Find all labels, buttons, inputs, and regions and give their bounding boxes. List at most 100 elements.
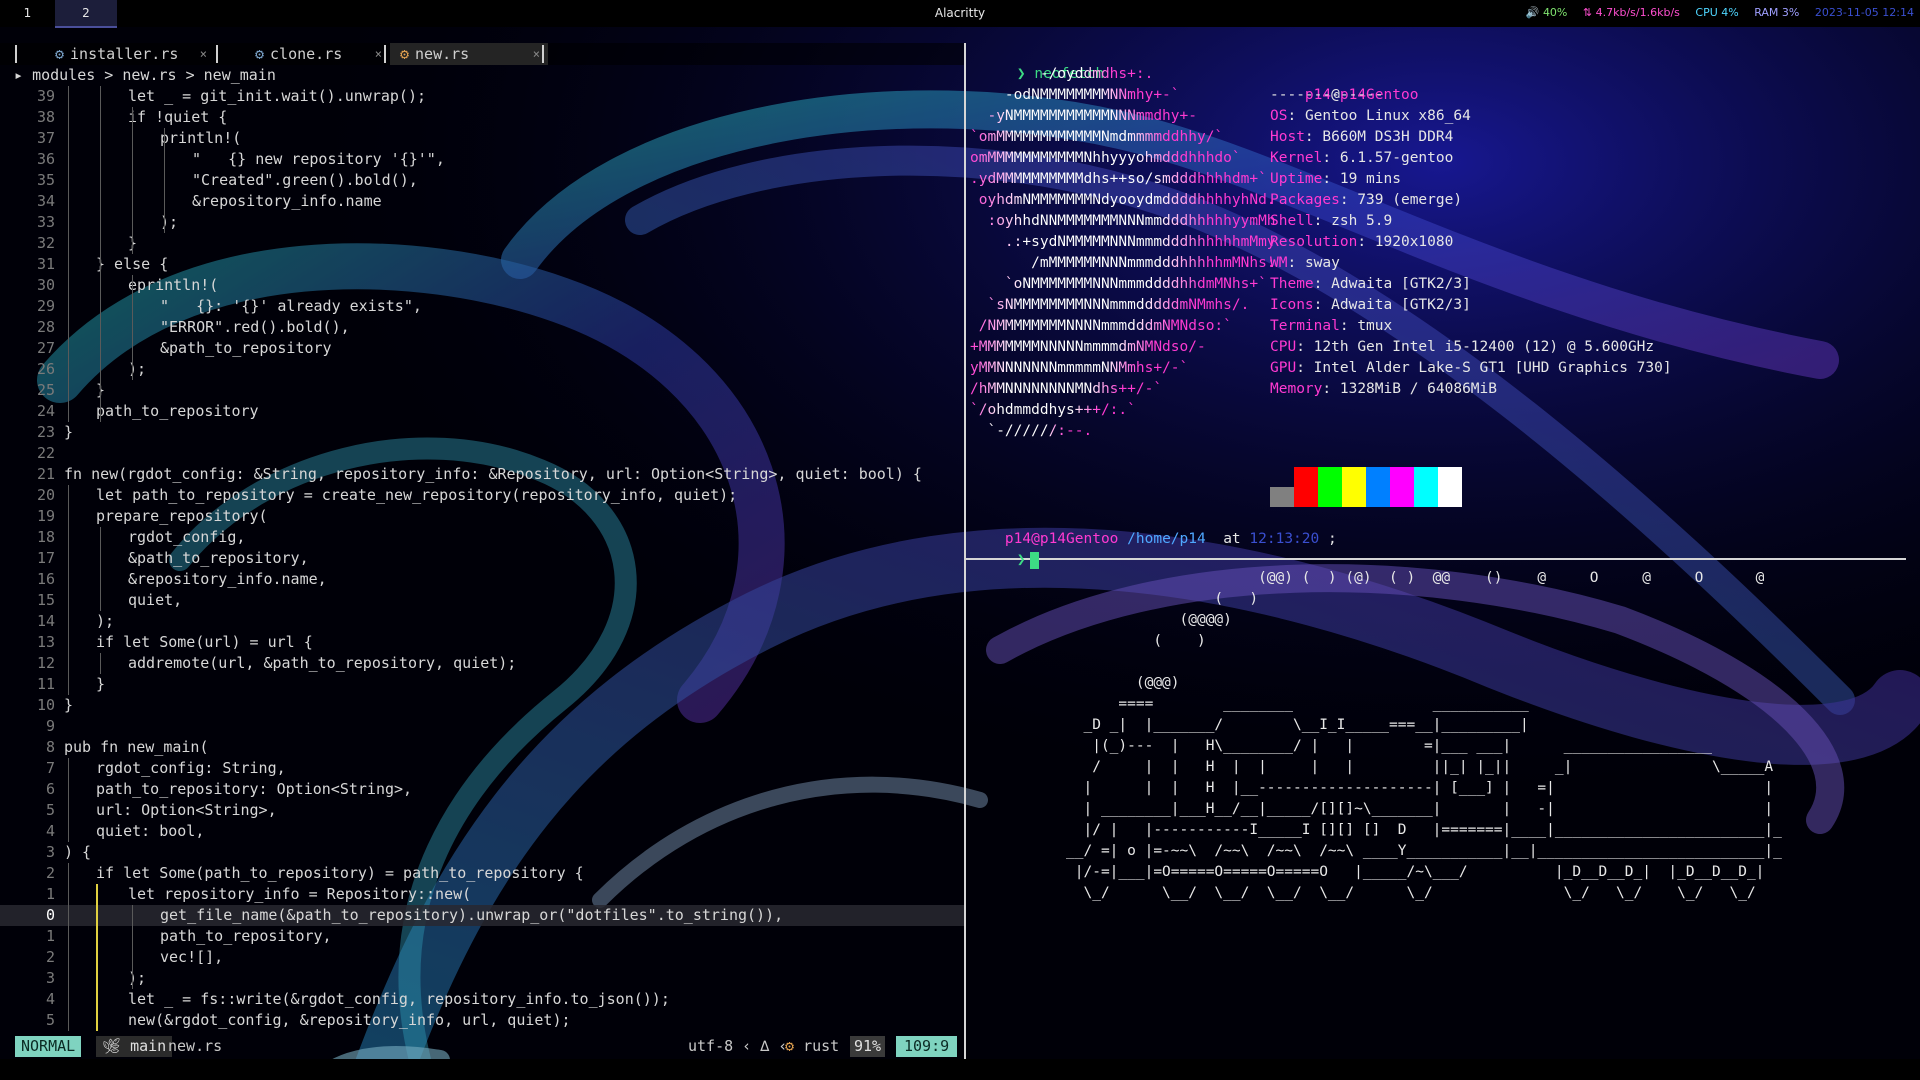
line-number: 3: [45, 969, 55, 987]
code-line[interactable]: 5 new(&rgdot_config, &repository_info, ur…: [0, 1010, 964, 1031]
code-text: );: [96, 612, 115, 630]
tab-new-rs[interactable]: ⚙ new.rs ×: [390, 43, 548, 65]
line-number: 33: [36, 213, 55, 231]
code-line[interactable]: 10}: [0, 695, 964, 716]
code-line[interactable]: 27 &path_to_repository: [0, 338, 964, 359]
line-number: 3: [45, 843, 55, 861]
indent-guide: [132, 905, 133, 989]
info-line: Theme: Adwaita [GTK2/3]: [1270, 276, 1471, 292]
code-line[interactable]: 28 "ERROR".red().bold(),: [0, 317, 964, 338]
line-number: 25: [36, 381, 55, 399]
bottom-strip: [0, 1059, 1920, 1080]
logo-line: yMMNNNNNNNmmmmmNNMmhs+/-`: [970, 358, 1188, 379]
code-text: &repository_info.name,: [128, 570, 327, 588]
horizontal-split-border[interactable]: [966, 558, 1906, 560]
rust-file-icon: ⚙: [55, 45, 65, 63]
code-line[interactable]: 38 if !quiet {: [0, 107, 964, 128]
code-line[interactable]: 16 &repository_info.name,: [0, 569, 964, 590]
code-line[interactable]: 18 rgdot_config,: [0, 527, 964, 548]
color-swatch: [1318, 467, 1342, 507]
code-text: vec![],: [160, 948, 224, 966]
code-line[interactable]: 4 let _ = fs::write(&rgdot_config, reposi…: [0, 989, 964, 1010]
tab-installer-rs[interactable]: ⚙ installer.rs ×: [45, 43, 215, 65]
rust-icon: ⚙: [785, 1037, 795, 1055]
code-line[interactable]: 8 pub fn new_main(: [0, 737, 964, 758]
code-line[interactable]: 3) {: [0, 842, 964, 863]
info-line: Resolution: 1920x1080: [1270, 234, 1454, 250]
breadcrumb: ▸ modules > new.rs > new_main: [14, 66, 276, 84]
code-line[interactable]: 31} else {: [0, 254, 964, 275]
close-icon[interactable]: ×: [375, 43, 382, 65]
line-number: 22: [36, 444, 55, 462]
code-text: get_file_name(&path_to_repository).unwra…: [160, 906, 784, 924]
close-icon[interactable]: ×: [533, 43, 540, 65]
info-value: B660M DS3H DDR4: [1322, 129, 1454, 145]
code-line[interactable]: 9: [0, 716, 964, 737]
close-icon[interactable]: ×: [200, 43, 207, 65]
code-line[interactable]: 36 " {} new repository '{}'",: [0, 149, 964, 170]
code-line[interactable]: 14);: [0, 611, 964, 632]
code-line[interactable]: 24 path_to_repository: [0, 401, 964, 422]
code-line[interactable]: 21 fn new(rgdot_config: &String, reposito…: [0, 464, 964, 485]
terminal-pane-train[interactable]: (@@) ( ) (@) ( ) @@ () @ O @ O @ ( ) (@@…: [970, 568, 1910, 1058]
code-line[interactable]: 25}: [0, 380, 964, 401]
indent-guide: [68, 485, 69, 695]
info-key: GPU: [1270, 360, 1297, 376]
code-line[interactable]: 2 vec![],: [0, 947, 964, 968]
prompt-chevron-icon: ❯: [1016, 552, 1026, 568]
network-status: ⇅ 4.7kb/s/1.6kb/s: [1582, 6, 1680, 19]
code-line[interactable]: 15 quiet,: [0, 590, 964, 611]
code-line[interactable]: 22: [0, 443, 964, 464]
info-value: 1328MiB / 64086MiB: [1339, 381, 1497, 397]
info-key: WM: [1270, 255, 1288, 271]
terminal-pane-neofetch[interactable]: ❯ neofetch -/oyddmdhs+:. -odNMMMMMMMMNNm…: [970, 43, 1910, 569]
info-line: Terminal: tmux: [1270, 318, 1393, 334]
info-key: Memory: [1270, 381, 1323, 397]
logo-line: /hMMNNNNNNNNMNdhs++/-`: [970, 379, 1162, 400]
rust-file-icon: ⚙: [400, 45, 410, 63]
input-line[interactable]: ❯: [982, 529, 1039, 569]
code-line[interactable]: 23}: [0, 422, 964, 443]
code-line[interactable]: 26);: [0, 359, 964, 380]
line-number: 10: [36, 696, 55, 714]
code-line[interactable]: 32}: [0, 233, 964, 254]
code-line[interactable]: 11}: [0, 674, 964, 695]
code-line[interactable]: 35 "Created".green().bold(),: [0, 170, 964, 191]
code-line[interactable]: 1 path_to_repository,: [0, 926, 964, 947]
code-text: if !quiet {: [128, 108, 228, 126]
git-branch: 🌿︎ main: [96, 1036, 173, 1057]
code-text: pub fn new_main(: [64, 738, 209, 756]
code-line[interactable]: 30 eprintln!(: [0, 275, 964, 296]
train-line: __/ =| o |=-~~\ /~~\ /~~\ /~~\ ____Y____…: [970, 843, 1782, 859]
code-line[interactable]: 37 println!(: [0, 128, 964, 149]
code-line[interactable]: 12 addremote(url, &path_to_repository, qu…: [0, 653, 964, 674]
line-number: 15: [36, 591, 55, 609]
code-line[interactable]: 7 rgdot_config: String,: [0, 758, 964, 779]
tab-clone-rs[interactable]: ⚙ clone.rs ×: [245, 43, 390, 65]
color-swatch: [1438, 467, 1462, 507]
editor-pane[interactable]: ⚙ installer.rs × ⚙ clone.rs × ⚙ new.rs × ▸ mod…: [0, 43, 964, 1080]
info-value: Intel Alder Lake-S GT1 [UHD Graphics 730…: [1313, 360, 1672, 376]
code-line[interactable]: 19 prepare_repository(: [0, 506, 964, 527]
code-text: println!(: [160, 129, 242, 147]
vertical-split-border[interactable]: [964, 43, 966, 1059]
code-line[interactable]: 20 let path_to_repository = create_new_re…: [0, 485, 964, 506]
line-number: 34: [36, 192, 55, 210]
code-line[interactable]: 2 if let Some(path_to_repository) = path_…: [0, 863, 964, 884]
line-number: 4: [45, 822, 55, 840]
code-line[interactable]: 6 path_to_repository: Option<String>,: [0, 779, 964, 800]
code-line[interactable]: 13 if let Some(url) = url {: [0, 632, 964, 653]
line-number: 19: [36, 507, 55, 525]
code-text: );: [160, 213, 179, 231]
code-line[interactable]: 34 &repository_info.name: [0, 191, 964, 212]
code-line[interactable]: 0 get_file_name(&path_to_repository).unwr…: [0, 905, 964, 926]
code-line[interactable]: 4 quiet: bool,: [0, 821, 964, 842]
code-line[interactable]: 39 let _ = git_init.wait().unwrap();: [0, 86, 964, 107]
status-filename: new.rs: [168, 1037, 223, 1055]
code-line[interactable]: 3);: [0, 968, 964, 989]
code-line[interactable]: 5 url: Option<String>,: [0, 800, 964, 821]
code-line[interactable]: 17 &path_to_repository,: [0, 548, 964, 569]
code-line[interactable]: 29 " {}: '{}' already exists",: [0, 296, 964, 317]
code-line[interactable]: 1 let repository_info = Repository::new(: [0, 884, 964, 905]
code-line[interactable]: 33);: [0, 212, 964, 233]
